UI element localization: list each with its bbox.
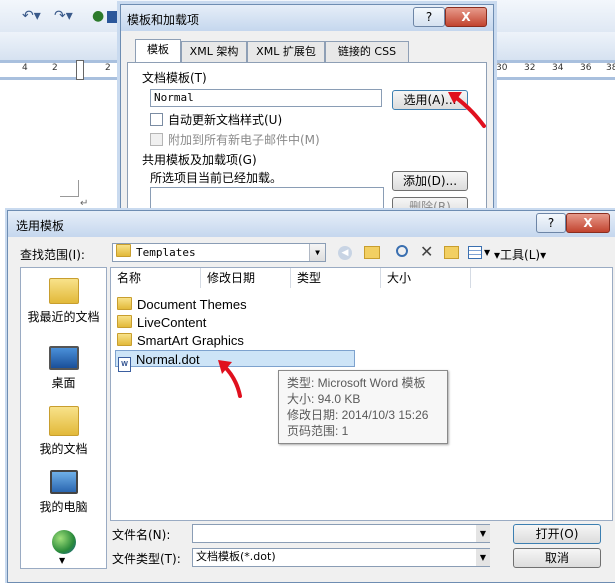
my-computer-icon bbox=[49, 470, 78, 494]
close-button[interactable]: X bbox=[445, 7, 487, 27]
recent-docs-folder-icon bbox=[48, 278, 79, 304]
undo-icon[interactable]: ↶▾ bbox=[22, 8, 41, 24]
help-button[interactable]: ? bbox=[536, 213, 566, 233]
my-documents-folder-icon bbox=[48, 406, 79, 436]
file-name: Normal.dot bbox=[136, 352, 200, 367]
filetype-select[interactable]: 文档模板(*.dot) bbox=[192, 548, 490, 567]
paragraph-mark-icon: ↵ bbox=[80, 198, 89, 209]
place-label: 桌面 bbox=[51, 376, 76, 390]
filename-input[interactable] bbox=[192, 524, 490, 543]
ruler-tick: 32 bbox=[524, 63, 536, 73]
folder-icon bbox=[117, 297, 132, 310]
place-my-computer[interactable]: 我的电脑 bbox=[21, 470, 106, 515]
column-header-size[interactable]: 大小 bbox=[381, 268, 471, 288]
word-document-icon: W bbox=[118, 357, 131, 372]
file-name: Document Themes bbox=[137, 297, 247, 312]
delete-icon[interactable]: ✕ bbox=[420, 242, 433, 261]
ruler-tick: 36 bbox=[580, 63, 592, 73]
back-icon[interactable]: ◀ bbox=[338, 246, 352, 260]
folder-icon bbox=[116, 244, 131, 257]
place-my-documents[interactable]: 我的文档 bbox=[21, 406, 106, 457]
open-button[interactable]: 打开(O) bbox=[513, 524, 601, 544]
places-bar: 我最近的文档 桌面 我的文档 我的电脑 ▼ bbox=[20, 267, 107, 569]
dialog-titlebar[interactable]: 模板和加载项 ? X bbox=[107, 5, 493, 31]
margin-corner-mark bbox=[60, 180, 79, 197]
dialog-titlebar[interactable]: 选用模板 ? X bbox=[8, 211, 615, 237]
places-scroll-down-icon[interactable]: ▼ bbox=[59, 556, 65, 565]
ruler-tick: 2 bbox=[105, 63, 111, 73]
attach-email-label: 附加到所有新电子邮件中(M) bbox=[168, 133, 320, 147]
filetype-chevron-icon[interactable]: ▼ bbox=[476, 549, 490, 566]
redo-icon[interactable]: ↷▾ bbox=[54, 8, 73, 24]
tab-xml-schema[interactable]: XML 架构 bbox=[181, 41, 247, 62]
add-template-button[interactable]: 添加(D)... bbox=[392, 171, 468, 191]
ruler-tick: 4 bbox=[22, 63, 28, 73]
doc-template-input[interactable]: Normal bbox=[150, 89, 382, 107]
place-label: 我的电脑 bbox=[39, 500, 88, 514]
column-header-name[interactable]: 名称 bbox=[111, 268, 201, 288]
templates-addins-dialog: 模板和加载项 ? X 模板 XML 架构 XML 扩展包 链接的 CSS 文档模… bbox=[107, 4, 494, 226]
ruler-tick: 34 bbox=[552, 63, 564, 73]
loaded-note: 所选项目当前已经加载。 bbox=[150, 171, 283, 185]
column-header-date[interactable]: 修改日期 bbox=[201, 268, 291, 288]
file-row-folder[interactable]: SmartArt Graphics bbox=[117, 332, 244, 349]
place-network[interactable] bbox=[21, 530, 106, 558]
global-templates-label: 共用模板及加载项(G) bbox=[142, 153, 257, 167]
word-app-icon bbox=[107, 11, 117, 23]
search-web-icon[interactable] bbox=[396, 245, 408, 257]
ruler-tick: 38 bbox=[606, 63, 615, 73]
ruler-tick: 30 bbox=[496, 63, 508, 73]
filename-chevron-icon[interactable]: ▼ bbox=[476, 525, 490, 542]
network-globe-icon bbox=[51, 530, 76, 554]
filetype-label: 文件类型(T): bbox=[112, 552, 181, 566]
place-recent-documents[interactable]: 我最近的文档 bbox=[21, 278, 106, 325]
look-in-label: 查找范围(I): bbox=[20, 248, 85, 262]
file-row-folder[interactable]: LiveContent bbox=[117, 314, 206, 331]
chevron-down-icon[interactable]: ▼ bbox=[309, 244, 325, 261]
tools-menu[interactable]: ▾工具(L)▾ bbox=[494, 246, 546, 263]
tab-linked-css[interactable]: 链接的 CSS bbox=[325, 41, 409, 62]
look-in-value: Templates bbox=[136, 246, 196, 259]
close-button[interactable]: X bbox=[566, 213, 610, 233]
ruler-tick: 2 bbox=[52, 63, 58, 73]
attach-email-checkbox[interactable] bbox=[150, 133, 163, 146]
look-in-combo[interactable]: Templates ▼ bbox=[112, 243, 326, 262]
file-name: SmartArt Graphics bbox=[137, 333, 244, 348]
new-folder-icon[interactable] bbox=[444, 246, 459, 259]
file-row-folder[interactable]: Document Themes bbox=[117, 296, 247, 313]
place-label: 我的文档 bbox=[39, 442, 88, 456]
tooltip-pages: 页码范围: 1 bbox=[287, 424, 349, 438]
place-label: 我最近的文档 bbox=[27, 310, 100, 324]
tab-templates[interactable]: 模板 bbox=[135, 39, 181, 63]
tab-xml-expansion[interactable]: XML 扩展包 bbox=[247, 41, 325, 62]
filename-label: 文件名(N): bbox=[112, 528, 171, 542]
folder-icon bbox=[117, 333, 132, 346]
doc-template-label: 文档模板(T) bbox=[142, 71, 207, 85]
auto-update-checkbox[interactable] bbox=[150, 113, 163, 126]
dialog-title: 选用模板 bbox=[16, 219, 65, 233]
hyperlink-icon[interactable]: ● bbox=[92, 8, 104, 24]
up-folder-icon[interactable] bbox=[364, 246, 380, 259]
file-info-tooltip: 类型: Microsoft Word 模板 大小: 94.0 KB 修改日期: … bbox=[278, 370, 448, 444]
help-button[interactable]: ? bbox=[413, 7, 445, 27]
tooltip-size: 大小: 94.0 KB bbox=[287, 392, 361, 406]
column-header-type[interactable]: 类型 bbox=[291, 268, 381, 288]
views-chevron-icon[interactable]: ▼ bbox=[484, 248, 490, 257]
cancel-button[interactable]: 取消 bbox=[513, 548, 601, 568]
desktop-icon bbox=[48, 346, 79, 370]
annotation-arrow bbox=[218, 360, 242, 398]
annotation-arrow bbox=[448, 92, 486, 128]
file-name: LiveContent bbox=[137, 315, 207, 330]
tools-label: 工具(L) bbox=[500, 248, 541, 262]
templates-tab-panel: 文档模板(T) Normal 选用(A)... 自动更新文档样式(U) 附加到所… bbox=[127, 62, 487, 224]
tooltip-modified: 修改日期: 2014/10/3 15:26 bbox=[287, 408, 429, 422]
place-desktop[interactable]: 桌面 bbox=[21, 346, 106, 391]
views-icon[interactable] bbox=[468, 246, 482, 259]
auto-update-label: 自动更新文档样式(U) bbox=[168, 113, 283, 127]
folder-icon bbox=[117, 315, 132, 328]
tooltip-type: 类型: Microsoft Word 模板 bbox=[287, 376, 426, 390]
dialog-title: 模板和加载项 bbox=[127, 13, 200, 27]
indent-marker-icon[interactable] bbox=[76, 60, 84, 80]
